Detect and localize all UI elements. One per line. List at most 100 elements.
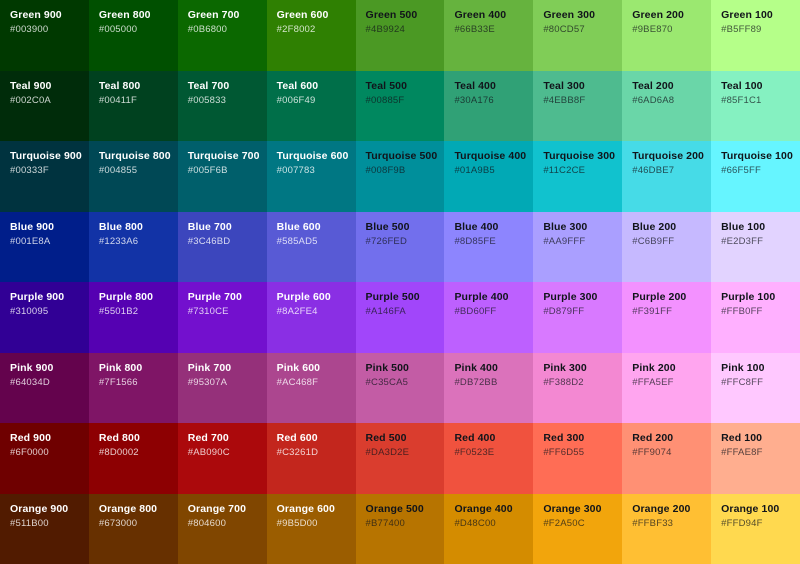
swatch-hex-value: #95307A — [187, 376, 228, 388]
swatch-name-label: Teal 500 — [365, 79, 408, 92]
color-swatch[interactable]: Green 800 #005000 — [88, 0, 178, 71]
color-swatch[interactable]: Orange 300 #F2A50C — [533, 493, 623, 564]
color-swatch[interactable]: Purple 900 #310095 — [0, 282, 89, 353]
color-swatch[interactable]: Purple 300 #D879FF — [533, 282, 623, 353]
color-swatch[interactable]: Blue 600 #585AD5 — [266, 211, 356, 282]
color-swatch[interactable]: Green 500 #4B9924 — [355, 0, 445, 71]
color-swatch[interactable]: Purple 700 #7310CE — [177, 282, 267, 353]
color-swatch[interactable]: Orange 600 #9B5D00 — [266, 493, 356, 564]
color-swatch[interactable]: Red 700 #AB090C — [177, 423, 267, 494]
color-swatch[interactable]: Turquoise 500 #008F9B — [355, 141, 445, 212]
color-swatch[interactable]: Pink 400 #DB72BB — [444, 352, 534, 423]
swatch-hex-value: #005F6B — [187, 165, 228, 177]
color-swatch[interactable]: Orange 100 #FFD94F — [711, 493, 800, 564]
color-swatch[interactable]: Blue 300 #AA9FFF — [533, 211, 623, 282]
color-swatch[interactable]: Green 900 #003900 — [0, 0, 89, 71]
color-swatch[interactable]: Red 600 #C3261D — [266, 423, 356, 494]
swatch-hex-value: #66B33E — [454, 24, 495, 36]
color-swatch[interactable]: Purple 400 #BD60FF — [444, 282, 534, 353]
color-swatch[interactable]: Teal 400 #30A176 — [444, 70, 534, 141]
color-swatch[interactable]: Teal 100 #85F1C1 — [711, 70, 800, 141]
color-swatch[interactable]: Blue 500 #726FED — [355, 211, 445, 282]
color-swatch[interactable]: Red 500 #DA3D2E — [355, 423, 445, 494]
swatch-hex-value: #F0523E — [454, 447, 495, 459]
swatch-name-label: Orange 400 — [454, 502, 513, 515]
color-swatch[interactable]: Turquoise 300 #11C2CE — [533, 141, 623, 212]
swatch-name-label: Green 200 — [632, 9, 684, 21]
color-swatch[interactable]: Pink 200 #FFA5EF — [622, 352, 712, 423]
swatch-hex-value: #85F1C1 — [721, 94, 762, 106]
swatch-name-label: Green 500 — [365, 9, 418, 21]
color-swatch[interactable]: Pink 100 #FFC8FF — [711, 352, 800, 423]
color-swatch[interactable]: Blue 700 #3C46BD — [177, 211, 267, 282]
swatch-hex-value: #64034D — [10, 376, 50, 388]
swatch-name-label: Red 700 — [187, 432, 229, 444]
color-swatch[interactable]: Blue 200 #C6B9FF — [622, 211, 712, 282]
color-swatch[interactable]: Purple 600 #8A2FE4 — [266, 282, 356, 353]
color-swatch[interactable]: Red 400 #F0523E — [444, 423, 534, 494]
color-swatch[interactable]: Green 700 #0B6800 — [177, 0, 267, 71]
color-swatch[interactable]: Green 100 #B5FF89 — [711, 0, 800, 71]
color-swatch[interactable]: Purple 500 #A146FA — [355, 282, 445, 353]
color-swatch[interactable]: Turquoise 200 #46DBE7 — [622, 141, 712, 212]
swatch-name-label: Blue 900 — [10, 220, 55, 233]
color-swatch[interactable]: Blue 100 #E2D3FF — [711, 211, 800, 282]
swatch-hex-value: #585AD5 — [276, 235, 318, 247]
swatch-name-label: Turquoise 700 — [187, 150, 260, 162]
color-swatch[interactable]: Green 400 #66B33E — [444, 0, 534, 71]
color-swatch[interactable]: Red 900 #6F0000 — [0, 423, 89, 494]
color-swatch[interactable]: Red 800 #8D0002 — [88, 423, 178, 494]
color-swatch[interactable]: Orange 900 #511B00 — [0, 493, 89, 564]
color-swatch[interactable]: Teal 900 #002C0A — [0, 70, 89, 141]
color-swatch[interactable]: Pink 500 #C35CA5 — [355, 352, 445, 423]
color-swatch[interactable]: Green 200 #9BE870 — [622, 0, 712, 71]
swatch-hex-value: #D879FF — [543, 306, 585, 318]
color-swatch[interactable]: Orange 700 #804600 — [177, 493, 267, 564]
color-swatch[interactable]: Teal 800 #00411F — [88, 70, 178, 141]
color-swatch[interactable]: Purple 800 #5501B2 — [88, 282, 178, 353]
color-swatch[interactable]: Purple 100 #FFB0FF — [711, 282, 800, 353]
swatch-name-label: Purple 200 — [632, 291, 687, 303]
color-swatch[interactable]: Blue 800 #1233A6 — [88, 211, 178, 282]
swatch-name-label: Red 100 — [721, 432, 763, 444]
swatch-name-label: Green 300 — [543, 9, 596, 21]
color-swatch[interactable]: Orange 200 #FFBF33 — [622, 493, 712, 564]
swatch-name-label: Purple 700 — [187, 291, 242, 303]
color-swatch[interactable]: Turquoise 800 #004855 — [88, 141, 178, 212]
swatch-hex-value: #5501B2 — [98, 306, 139, 318]
swatch-hex-value: #2F8002 — [276, 24, 316, 36]
color-swatch[interactable]: Orange 800 #673000 — [88, 493, 178, 564]
color-swatch[interactable]: Turquoise 900 #00333F — [0, 141, 89, 212]
swatch-hex-value: #46DBE7 — [632, 165, 675, 177]
color-swatch[interactable]: Green 600 #2F8002 — [266, 0, 356, 71]
color-swatch[interactable]: Pink 600 #AC468F — [266, 352, 356, 423]
color-swatch[interactable]: Orange 400 #D48C00 — [444, 493, 534, 564]
color-swatch[interactable]: Turquoise 700 #005F6B — [177, 141, 267, 212]
color-swatch[interactable]: Purple 200 #F391FF — [622, 282, 712, 353]
color-swatch[interactable]: Blue 400 #8D85FE — [444, 211, 534, 282]
swatch-name-label: Blue 600 — [276, 220, 321, 233]
color-swatch[interactable]: Green 300 #80CD57 — [533, 0, 623, 71]
swatch-hex-value: #FF9074 — [632, 447, 672, 459]
color-swatch[interactable]: Pink 900 #64034D — [0, 352, 89, 423]
color-swatch[interactable]: Red 300 #FF6D55 — [533, 423, 623, 494]
color-swatch[interactable]: Pink 800 #7F1566 — [88, 352, 178, 423]
color-swatch[interactable]: Teal 300 #4EBB8F — [533, 70, 623, 141]
color-swatch[interactable]: Turquoise 400 #01A9B5 — [444, 141, 534, 212]
color-swatch[interactable]: Red 100 #FFAE8F — [711, 423, 800, 494]
color-swatch[interactable]: Turquoise 600 #007783 — [266, 141, 356, 212]
color-swatch[interactable]: Blue 900 #001E8A — [0, 211, 89, 282]
color-swatch[interactable]: Teal 600 #006F49 — [266, 70, 356, 141]
color-swatch[interactable]: Pink 300 #F388D2 — [533, 352, 623, 423]
color-swatch[interactable]: Red 200 #FF9074 — [622, 423, 712, 494]
swatch-name-label: Turquoise 300 — [543, 150, 616, 162]
color-swatch[interactable]: Orange 500 #B77400 — [355, 493, 445, 564]
swatch-hex-value: #B5FF89 — [721, 24, 762, 36]
color-swatch[interactable]: Turquoise 100 #66F5FF — [711, 141, 800, 212]
color-swatch[interactable]: Teal 700 #005833 — [177, 70, 267, 141]
color-swatch[interactable]: Pink 700 #95307A — [177, 352, 267, 423]
color-swatch[interactable]: Teal 500 #00885F — [355, 70, 445, 141]
swatch-name-label: Blue 400 — [454, 220, 499, 233]
color-swatch[interactable]: Teal 200 #6AD6A8 — [622, 70, 712, 141]
swatch-hex-value: #003900 — [10, 24, 49, 36]
